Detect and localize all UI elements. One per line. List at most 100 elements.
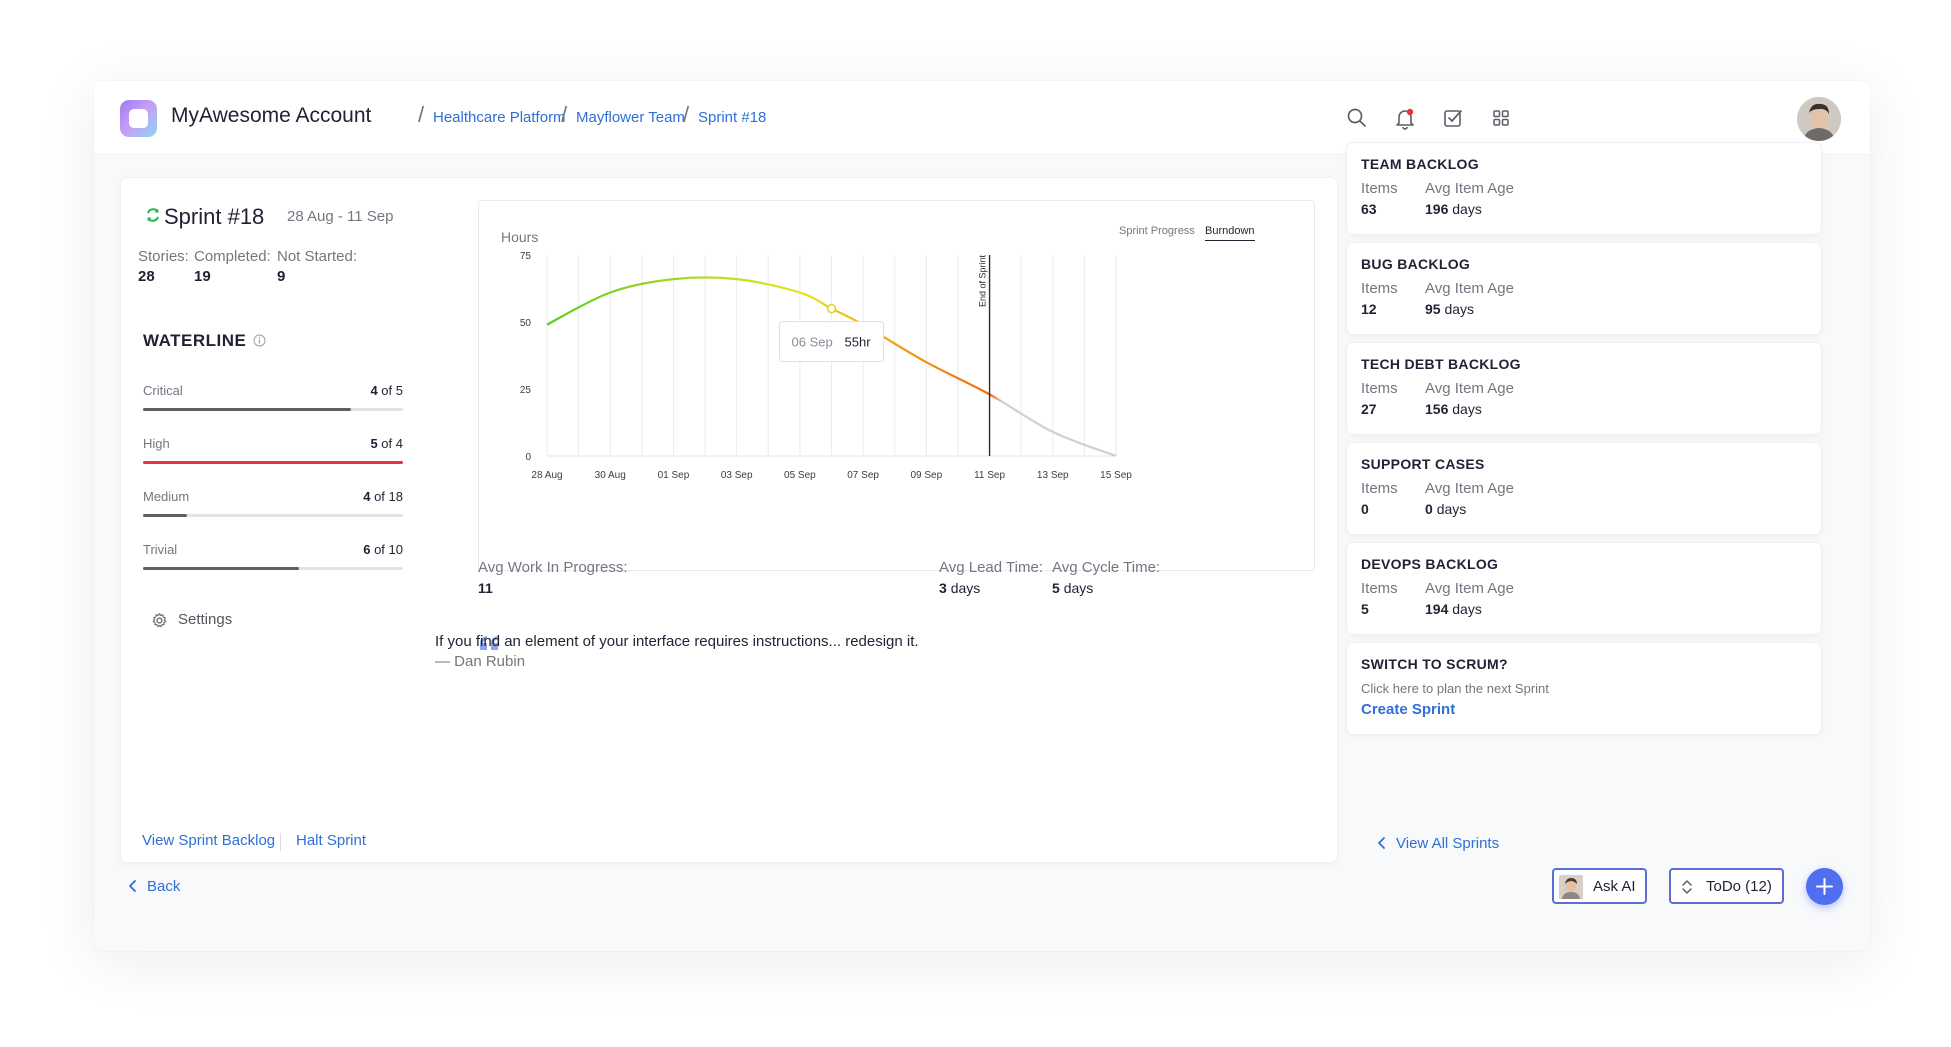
waterline-row-high[interactable]: High 5 of 4	[143, 436, 403, 476]
x-tick-label: 30 Aug	[595, 470, 626, 481]
breadcrumb-healthcare-platform[interactable]: Healthcare Platform	[433, 109, 566, 126]
y-tick-label: 50	[520, 318, 532, 329]
waterline-fill	[143, 514, 188, 517]
backlog-title: TEAM BACKLOG	[1361, 156, 1479, 172]
backlog-age-value: 0 days	[1425, 501, 1467, 517]
backlog-title: TECH DEBT BACKLOG	[1361, 356, 1521, 372]
backlog-items-value: 0	[1361, 501, 1369, 517]
backlog-items-value: 63	[1361, 201, 1377, 217]
y-tick-label: 25	[520, 385, 532, 396]
backlog-age-value: 194 days	[1425, 601, 1482, 617]
backlog-items-label: Items	[1361, 380, 1398, 397]
ai-avatar	[1559, 875, 1583, 899]
create-sprint-link[interactable]: Create Sprint	[1361, 701, 1455, 718]
scrum-subtitle: Click here to plan the next Sprint	[1361, 681, 1549, 696]
sprint-dates: 28 Aug - 11 Sep	[287, 208, 394, 225]
x-tick-label: 15 Sep	[1100, 470, 1132, 481]
checkbox-icon[interactable]	[1440, 105, 1466, 131]
waterline-value: 4 of 5	[370, 383, 403, 398]
backlog-items-label: Items	[1361, 280, 1398, 297]
back-link[interactable]: Back	[147, 878, 180, 895]
backlog-age-label: Avg Item Age	[1425, 480, 1514, 497]
stat-not-started-value: 9	[277, 268, 286, 285]
ask-ai-label: Ask AI	[1593, 878, 1636, 895]
backlog-items-value: 5	[1361, 601, 1369, 617]
chevron-left-icon	[1378, 837, 1385, 849]
waterline-value: 5 of 4	[370, 436, 403, 451]
view-all-sprints-link[interactable]: View All Sprints	[1396, 835, 1499, 852]
breadcrumb-separator: /	[561, 102, 568, 127]
todo-button[interactable]: ToDo (12)	[1669, 868, 1784, 904]
grid-icon[interactable]	[1488, 105, 1514, 131]
backlog-title: DEVOPS BACKLOG	[1361, 556, 1499, 572]
waterline-row-medium[interactable]: Medium 4 of 18	[143, 489, 403, 529]
bell-icon[interactable]	[1392, 105, 1418, 131]
gear-icon	[152, 613, 167, 628]
backlog-card-tech-debt[interactable]: TECH DEBT BACKLOG Items 27 Avg Item Age …	[1347, 343, 1821, 434]
backlog-title: BUG BACKLOG	[1361, 256, 1471, 272]
y-tick-label: 75	[520, 251, 532, 262]
backlog-age-label: Avg Item Age	[1425, 180, 1514, 197]
backlog-age-label: Avg Item Age	[1425, 380, 1514, 397]
info-icon[interactable]	[253, 334, 266, 347]
switch-to-scrum-card: SWITCH TO SCRUM? Click here to plan the …	[1347, 643, 1821, 734]
tooltip-point	[826, 303, 837, 314]
backlog-card-team[interactable]: TEAM BACKLOG Items 63 Avg Item Age 196 d…	[1347, 143, 1821, 234]
x-tick-label: 13 Sep	[1037, 470, 1069, 481]
backlog-items-label: Items	[1361, 480, 1398, 497]
metric-avg-cycle-time-label: Avg Cycle Time:	[1052, 559, 1161, 576]
sprint-cycle-icon	[147, 208, 159, 222]
x-tick-label: 28 Aug	[531, 470, 562, 481]
search-icon[interactable]	[1344, 105, 1370, 131]
scrum-title: SWITCH TO SCRUM?	[1361, 656, 1508, 672]
waterline-row-critical[interactable]: Critical 4 of 5	[143, 383, 403, 423]
ai-avatar-icon	[1559, 875, 1583, 899]
account-name[interactable]: MyAwesome Account	[171, 104, 371, 128]
x-tick-label: 03 Sep	[721, 470, 753, 481]
waterline-label: Medium	[143, 489, 190, 504]
todo-label: ToDo (12)	[1706, 878, 1772, 895]
backlog-items-label: Items	[1361, 580, 1398, 597]
stat-completed-value: 19	[194, 268, 211, 285]
tooltip-value: 55hr	[845, 335, 872, 350]
breadcrumb-separator: /	[418, 102, 425, 127]
breadcrumb-mayflower-team[interactable]: Mayflower Team	[576, 109, 685, 126]
backlog-card-devops[interactable]: DEVOPS BACKLOG Items 5 Avg Item Age 194 …	[1347, 543, 1821, 634]
backlog-age-label: Avg Item Age	[1425, 580, 1514, 597]
app-logo-icon[interactable]	[120, 100, 157, 137]
backlog-card-support[interactable]: SUPPORT CASES Items 0 Avg Item Age 0 day…	[1347, 443, 1821, 534]
user-avatar[interactable]	[1797, 97, 1841, 141]
breadcrumb-separator: /	[683, 102, 690, 127]
app-window: MyAwesome Account / Healthcare Platform …	[94, 81, 1870, 951]
burndown-chart-plot: 0 25 50 75 28 Aug 30 Aug 01 Sep 03 Sep 05 Sep 07 …	[520, 251, 1132, 481]
ask-ai-button[interactable]: Ask AI	[1552, 868, 1647, 904]
waterline-label: Critical	[143, 383, 183, 398]
backlog-card-bug[interactable]: BUG BACKLOG Items 12 Avg Item Age 95 day…	[1347, 243, 1821, 334]
sprint-overview-card: Sprint #18 28 Aug - 11 Sep Stories: 28 C…	[121, 178, 1337, 862]
halt-sprint-link[interactable]: Halt Sprint	[296, 832, 366, 849]
backlog-age-value: 196 days	[1425, 201, 1482, 217]
backlog-age-label: Avg Item Age	[1425, 280, 1514, 297]
waterline-row-trivial[interactable]: Trivial 6 of 10	[143, 542, 403, 582]
backlog-items-value: 12	[1361, 301, 1377, 317]
waterline-label: Trivial	[143, 542, 178, 557]
y-tick-label: 0	[525, 452, 531, 463]
metric-avg-cycle-time-value: 5 days	[1052, 580, 1094, 596]
quote-text: If you find an element of your interface…	[435, 633, 919, 650]
metric-avg-wip-value: 11	[478, 580, 493, 596]
tooltip-date: 06 Sep	[792, 335, 833, 350]
user-avatar-icon	[1797, 97, 1841, 141]
add-button[interactable]	[1806, 868, 1843, 905]
chevron-up-down-icon	[1682, 880, 1692, 894]
link-divider	[280, 833, 281, 851]
burndown-chart: Hours Sprint Progress Burndown 0 25 50 75 28…	[478, 200, 1315, 571]
x-tick-label: 05 Sep	[784, 470, 816, 481]
metric-avg-wip-label: Avg Work In Progress:	[478, 559, 628, 576]
view-sprint-backlog-link[interactable]: View Sprint Backlog	[142, 832, 275, 849]
breadcrumb-sprint-18[interactable]: Sprint #18	[698, 109, 766, 126]
x-tick-label: 11 Sep	[974, 470, 1005, 481]
waterline-track	[143, 408, 403, 411]
waterline-value: 6 of 10	[363, 542, 403, 557]
backlog-age-value: 95 days	[1425, 301, 1475, 317]
quote-author: — Dan Rubin	[435, 653, 526, 670]
